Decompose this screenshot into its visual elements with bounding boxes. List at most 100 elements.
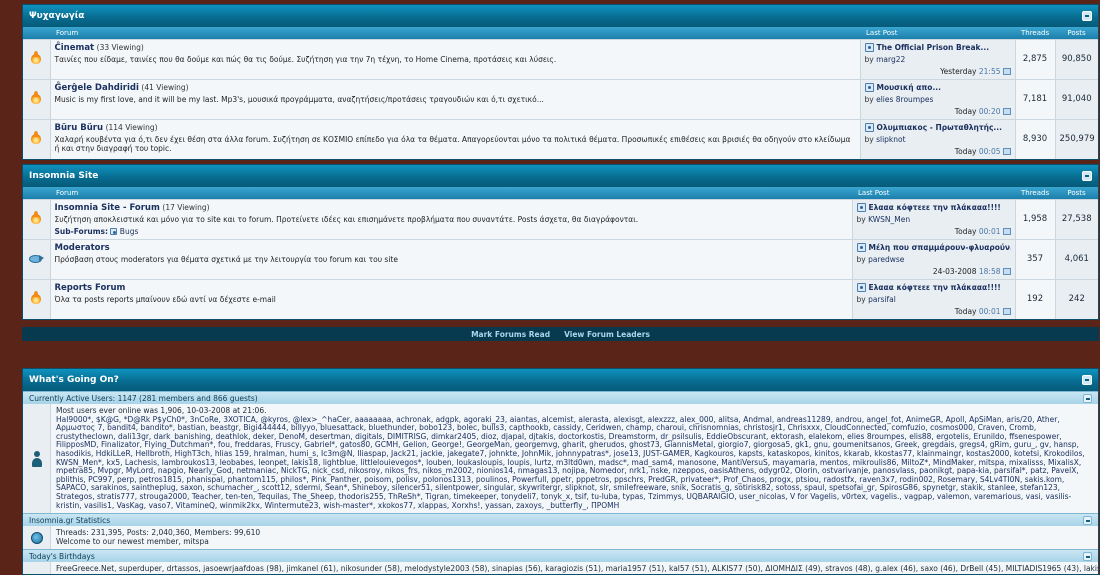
post-count: 250,979	[1055, 118, 1098, 159]
view-forum-leaders-link[interactable]: View Forum Leaders	[564, 330, 650, 339]
forum-title-link[interactable]: Büru Büru	[55, 123, 104, 133]
forum-description: Όλα τα posts reports μπαίνουν εδώ αντί ν…	[54, 294, 276, 304]
forum-title-link[interactable]: Moderators	[55, 243, 110, 253]
goto-last-post-icon[interactable]	[1002, 148, 1011, 155]
viewing-count: (41 Viewing)	[141, 82, 189, 92]
goto-last-post-icon[interactable]	[1002, 228, 1011, 235]
viewing-count: (114 Viewing)	[105, 122, 158, 132]
forum-row: Büru Büru (114 Viewing) Χαλαρή κουβέντα …	[23, 118, 1098, 159]
birthdays-body: FreeGreece.Net, superduper, drtassos, ja…	[23, 562, 1098, 574]
col-forum: Forum	[50, 27, 860, 39]
whats-going-on-panel: What's Going On? Currently Active Users:…	[22, 368, 1099, 575]
forum-description: Συζήτηση αποκλειστικά και μόνο για το si…	[54, 214, 639, 224]
active-users-body: Most users ever online was 1,906, 10-03-…	[23, 404, 1098, 514]
last-post-link[interactable]: The Official Prison Break...	[877, 43, 990, 52]
collapse-icon[interactable]	[1082, 171, 1092, 181]
fish-icon	[28, 253, 45, 263]
goto-last-post-icon[interactable]	[1002, 308, 1011, 315]
last-post-user[interactable]: marg22	[876, 55, 905, 64]
forum-row: Moderators Πρόσβαση στους moderators για…	[23, 238, 1098, 279]
category-title[interactable]: Ψυχαγωγία	[29, 11, 85, 21]
collapse-icon[interactable]	[1083, 515, 1092, 525]
collapse-icon[interactable]	[1083, 551, 1092, 561]
col-posts: Posts	[1055, 187, 1098, 199]
last-post-link[interactable]: Μουσική απο...	[877, 83, 942, 92]
forum-table: Forum Last Post Threads Posts Ĉinemat (3…	[23, 27, 1098, 159]
last-post-date: Today	[954, 226, 979, 236]
statistics-body: Threads: 231,395, Posts: 2,040,360, Memb…	[23, 526, 1098, 550]
post-icon	[864, 122, 874, 132]
last-post-time: 18:58	[978, 266, 1001, 276]
statistics-header: Insomnia.gr Statistics	[23, 513, 1098, 527]
last-post-link[interactable]: Ολυμπιακος - Πρωταθλητής...	[877, 123, 1002, 132]
forum-row: Insomnia Site - Forum (17 Viewing) Συζήτ…	[23, 198, 1098, 239]
birthdays-list[interactable]: FreeGreece.Net, superduper, drtassos, ja…	[51, 562, 1098, 574]
whats-going-on-title: What's Going On?	[29, 375, 119, 385]
last-post-link[interactable]: Ελααα κόφτεεε την πλάκααα!!!!	[869, 203, 1001, 212]
thread-count: 192	[1015, 278, 1056, 319]
collapse-icon[interactable]	[1082, 11, 1092, 21]
forum-row: Ĉinemat (33 Viewing) Ταινίες που είδαμε,…	[23, 38, 1098, 79]
forum-title-link[interactable]: Ĉinemat	[55, 43, 95, 53]
goto-last-post-icon[interactable]	[1002, 268, 1011, 275]
birthdays-header: Today's Birthdays	[23, 549, 1098, 563]
category-header: Insomnia Site	[23, 165, 1098, 187]
col-last-post: Last Post	[860, 27, 1015, 39]
thread-count: 7,181	[1015, 78, 1056, 119]
forum-row: Reports Forum Όλα τα posts reports μπαίν…	[23, 278, 1098, 319]
goto-last-post-icon[interactable]	[1002, 68, 1011, 75]
last-post-user[interactable]: slipknot	[876, 135, 905, 144]
category-title[interactable]: Insomnia Site	[29, 171, 98, 181]
last-post-time: 00:01	[978, 306, 1001, 316]
forum-title-link[interactable]: Ĝerĝele Dahdiridi	[55, 83, 139, 93]
last-post-user[interactable]: parsifal	[868, 295, 896, 304]
col-threads: Threads	[1015, 187, 1055, 199]
newest-member-text: Welcome to our newest member, mitspa	[56, 536, 209, 546]
last-post-time: 21:55	[978, 66, 1001, 76]
goto-last-post-icon[interactable]	[1002, 108, 1011, 115]
whats-going-on-header: What's Going On?	[23, 369, 1098, 391]
collapse-icon[interactable]	[1083, 393, 1092, 403]
post-icon	[864, 42, 874, 52]
fire-icon	[29, 291, 43, 305]
last-post-link[interactable]: Μέλη που σπαμμάρουν-φλυαρούν...	[869, 243, 1011, 252]
subforums-label: Sub-Forums:	[54, 226, 109, 236]
post-icon	[856, 282, 866, 292]
fire-icon	[29, 131, 43, 145]
forum-row: Ĝerĝele Dahdiridi (41 Viewing) Music is …	[23, 78, 1098, 119]
last-post-time: 00:20	[978, 106, 1001, 116]
last-post-user[interactable]: elies 8roumpes	[876, 95, 933, 104]
active-members-list[interactable]: Hal9000*, $K@G, *D@Rk P$yCh0*, 3nCoRe, 3…	[56, 415, 1093, 511]
post-icon	[864, 82, 874, 92]
fire-icon	[29, 91, 43, 105]
thread-count: 1,958	[1015, 198, 1056, 239]
post-count: 242	[1055, 278, 1098, 319]
last-post-time: 00:01	[978, 226, 1001, 236]
last-post-user[interactable]: KWSN_Men	[868, 215, 910, 224]
fire-icon	[29, 51, 43, 65]
forum-table: Forum Last Post Threads Posts Insomnia S…	[23, 187, 1098, 319]
last-post-date: 24-03-2008	[932, 266, 979, 276]
last-post-link[interactable]: Ελααα κόφτεεε την πλάκααα!!!!	[869, 283, 1001, 292]
last-post-date: Yesterday	[940, 66, 979, 76]
mark-forums-read-link[interactable]: Mark Forums Read	[471, 330, 550, 339]
col-threads: Threads	[1015, 27, 1055, 39]
category-psyxagogia: Ψυχαγωγία Forum Last Post Threads Posts …	[22, 4, 1099, 160]
collapse-icon[interactable]	[1082, 375, 1092, 385]
col-forum: Forum	[50, 187, 852, 199]
last-post-date: Today	[954, 106, 979, 116]
post-icon	[856, 202, 866, 212]
subforum-icon	[110, 228, 118, 235]
forum-actions-bar: Mark Forums Read View Forum Leaders	[22, 327, 1099, 341]
category-insomnia-site: Insomnia Site Forum Last Post Threads Po…	[22, 164, 1099, 320]
last-post-user[interactable]: paredwse	[868, 255, 904, 264]
forum-description: Χαλαρή κουβέντα για ό,τι δεν έχει θέση σ…	[54, 134, 851, 153]
forum-title-link[interactable]: Reports Forum	[55, 283, 126, 293]
post-count: 4,061	[1055, 238, 1098, 279]
last-post-date: Today	[954, 146, 979, 156]
active-users-header: Currently Active Users: 1147 (281 member…	[23, 391, 1098, 404]
subforum-link[interactable]: Bugs	[120, 227, 139, 236]
post-count: 27,538	[1055, 198, 1098, 239]
forum-description: Ταινίες που είδαμε, ταινίες που θα δούμε…	[54, 54, 557, 64]
forum-title-link[interactable]: Insomnia Site - Forum	[55, 203, 160, 213]
